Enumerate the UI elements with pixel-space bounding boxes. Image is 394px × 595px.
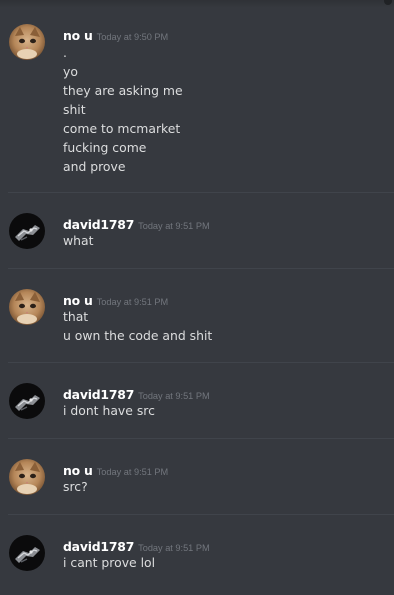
message-header: no u Today at 9:51 PM [63, 460, 169, 478]
dark-avatar-icon[interactable] [9, 213, 45, 249]
message-divider [8, 362, 394, 363]
message-line: that [63, 309, 89, 324]
username[interactable]: no u [63, 293, 93, 308]
message-content: src? [63, 477, 88, 496]
dark-avatar-icon[interactable] [9, 383, 45, 419]
message-line: src? [63, 479, 88, 494]
message-line: they are asking me [63, 83, 183, 98]
message-header: david1787 Today at 9:51 PM [63, 214, 210, 232]
username[interactable]: david1787 [63, 387, 134, 402]
message-line: what [63, 233, 94, 248]
cat-avatar-icon[interactable] [9, 24, 45, 60]
timestamp[interactable]: Today at 9:51 PM [138, 391, 210, 401]
timestamp[interactable]: Today at 9:51 PM [97, 297, 169, 307]
timestamp[interactable]: Today at 9:51 PM [138, 221, 210, 231]
message-header: david1787 Today at 9:51 PM [63, 536, 210, 554]
message-divider [8, 514, 394, 515]
timestamp[interactable]: Today at 9:50 PM [97, 32, 169, 42]
message-line: . [63, 45, 67, 60]
message-header: david1787 Today at 9:51 PM [63, 384, 210, 402]
message-line: yo [63, 64, 78, 79]
top-fade [0, 0, 394, 8]
message-line: and prove [63, 159, 126, 174]
message-divider [8, 268, 394, 269]
dark-avatar-icon[interactable] [9, 535, 45, 571]
message-divider [8, 438, 394, 439]
cat-avatar-icon[interactable] [9, 289, 45, 325]
message-line: come to mcmarket [63, 121, 181, 136]
message-line: shit [63, 102, 86, 117]
message-line: i dont have src [63, 403, 155, 418]
username[interactable]: no u [63, 28, 93, 43]
message-header: no u Today at 9:50 PM [63, 25, 169, 43]
message-content: i dont have src [63, 401, 155, 420]
message-divider [8, 192, 394, 193]
message-line: i cant prove lol [63, 555, 156, 570]
cat-avatar-icon[interactable] [9, 459, 45, 495]
message-content: . yo they are asking me shit come to mcm… [63, 43, 183, 176]
message-content: what [63, 231, 93, 250]
username[interactable]: david1787 [63, 539, 134, 554]
message-content: i cant prove lol [63, 553, 155, 572]
message-content: that u own the code and shit [63, 307, 212, 345]
username[interactable]: david1787 [63, 217, 134, 232]
chat-message-list[interactable]: no u Today at 9:50 PM . yo they are askin… [0, 0, 394, 595]
message-line: u own the code and shit [63, 328, 213, 343]
username[interactable]: no u [63, 463, 93, 478]
timestamp[interactable]: Today at 9:51 PM [138, 543, 210, 553]
message-line: fucking come [63, 140, 147, 155]
timestamp[interactable]: Today at 9:51 PM [97, 467, 169, 477]
message-header: no u Today at 9:51 PM [63, 290, 169, 308]
